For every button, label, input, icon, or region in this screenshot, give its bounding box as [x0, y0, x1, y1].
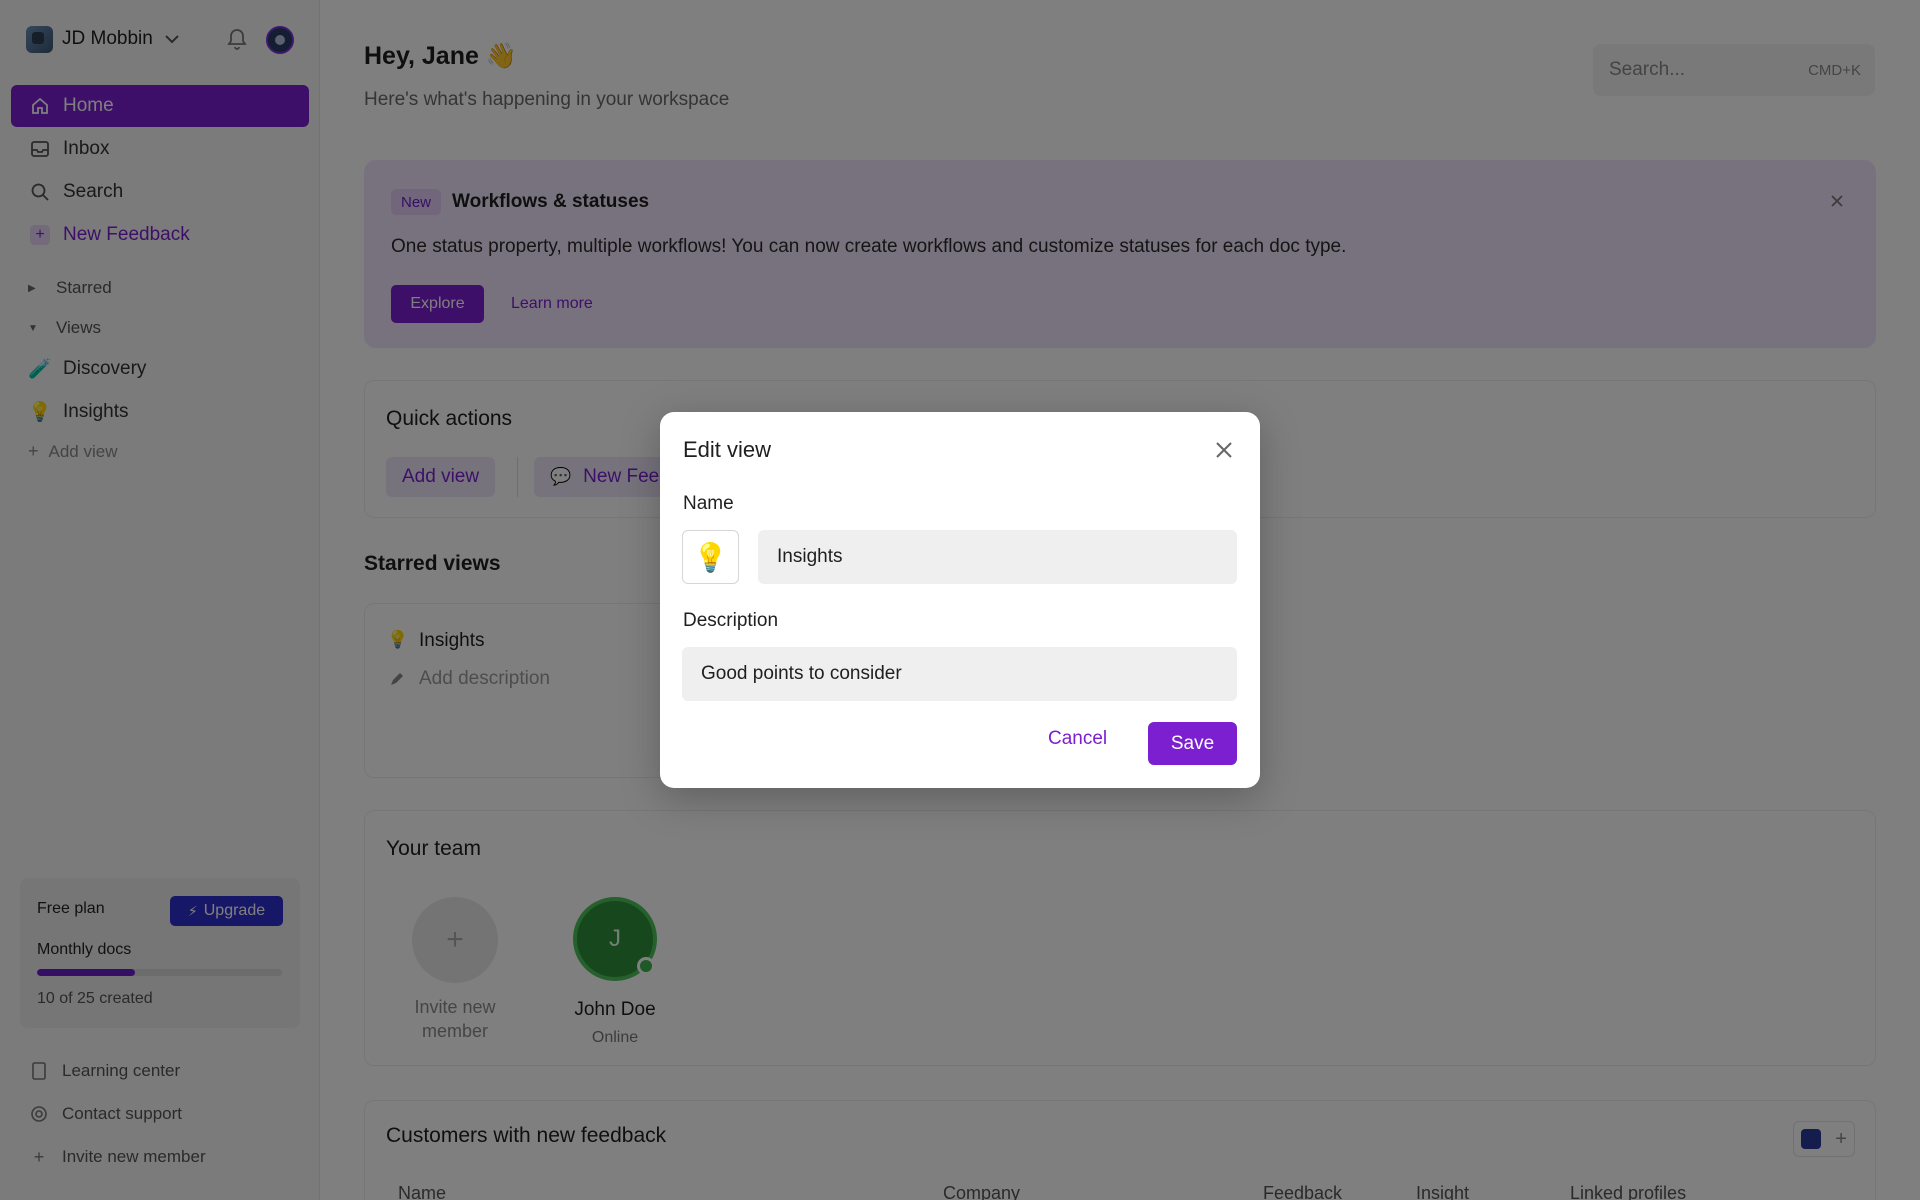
save-button[interactable]: Save	[1148, 722, 1237, 765]
cancel-button[interactable]: Cancel	[1048, 728, 1107, 750]
name-input[interactable]	[758, 530, 1237, 584]
close-icon[interactable]	[1214, 440, 1234, 460]
description-input[interactable]	[682, 647, 1237, 701]
emoji-picker-button[interactable]: 💡	[682, 530, 739, 584]
edit-view-dialog: Edit view Name 💡 Description Cancel Save	[660, 412, 1260, 788]
dialog-title: Edit view	[683, 437, 772, 462]
description-label: Description	[683, 610, 779, 631]
name-label: Name	[683, 493, 734, 514]
lightbulb-icon: 💡	[693, 541, 728, 573]
